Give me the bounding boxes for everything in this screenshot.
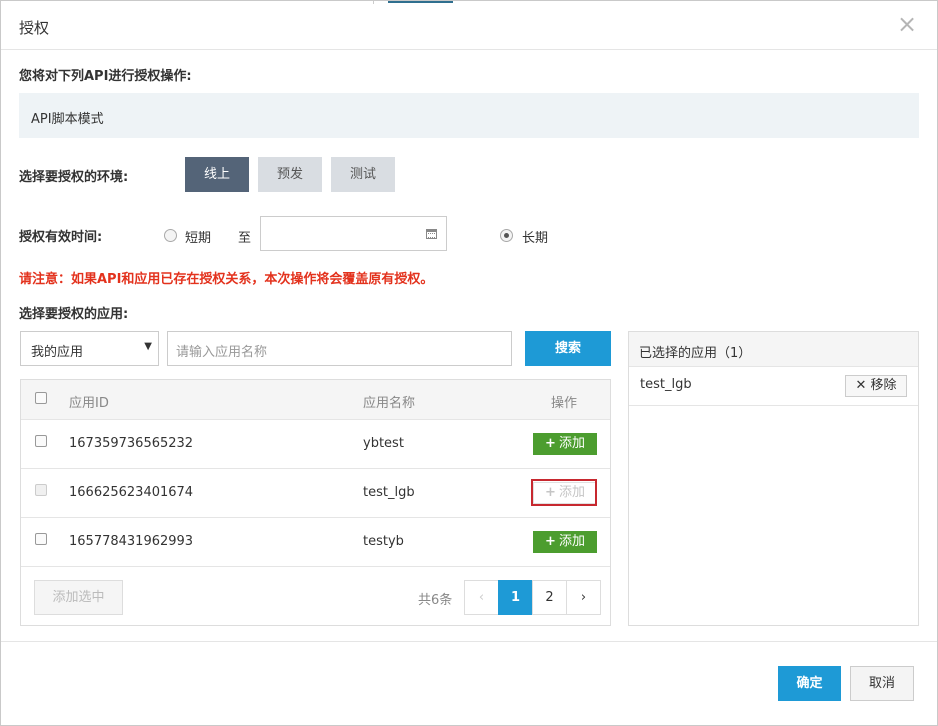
- add-label: 添加: [558, 436, 585, 451]
- row-checkbox[interactable]: [35, 435, 47, 447]
- api-name: API脚本模式: [31, 112, 104, 127]
- plus-icon: +: [545, 534, 556, 549]
- table-header: 应用ID 应用名称 操作: [21, 380, 610, 420]
- short-term-radio[interactable]: [164, 229, 177, 242]
- remove-app-button[interactable]: ✕ 移除: [845, 375, 907, 397]
- long-term-radio[interactable]: [500, 229, 513, 242]
- app-scope-value: 我的应用: [31, 345, 84, 360]
- remove-label: 移除: [870, 378, 897, 393]
- short-term-label: 短期: [185, 231, 212, 246]
- validity-label: 授权有效时间:: [19, 230, 103, 245]
- search-button[interactable]: 搜索: [525, 331, 611, 366]
- col-header-name: 应用名称: [363, 396, 416, 411]
- selected-apps-title: 已选择的应用（1）: [629, 332, 918, 367]
- env-test-button[interactable]: 测试: [331, 157, 395, 192]
- app-name: testyb: [363, 534, 404, 549]
- environment-label: 选择要授权的环境:: [19, 170, 129, 185]
- api-section-label: 您将对下列API进行授权操作:: [19, 69, 192, 84]
- apps-table: 应用ID 应用名称 操作 167359736565232 ybtest + 添加 …: [20, 379, 611, 626]
- prev-page-button: ‹: [464, 580, 499, 615]
- add-app-button[interactable]: + 添加: [533, 433, 597, 455]
- env-online-button[interactable]: 线上: [185, 157, 249, 192]
- selected-apps-panel: 已选择的应用（1） test_lgb ✕ 移除: [628, 331, 919, 626]
- dialog-header: 授权 ×: [1, 1, 937, 50]
- table-row: 167359736565232 ybtest + 添加: [21, 420, 610, 469]
- cancel-button[interactable]: 取消: [850, 666, 914, 701]
- app-id: 167359736565232: [69, 436, 194, 451]
- app-name: ybtest: [363, 436, 404, 451]
- app-search-placeholder: 请输入应用名称: [176, 345, 268, 360]
- app-name: test_lgb: [363, 485, 415, 500]
- col-header-id: 应用ID: [69, 396, 109, 411]
- end-date-input[interactable]: [260, 216, 447, 251]
- page-1-button[interactable]: 1: [498, 580, 533, 615]
- selected-app-name: test_lgb: [640, 377, 692, 392]
- dialog-title: 授权: [19, 19, 50, 37]
- close-icon: ✕: [855, 378, 871, 393]
- caret-down-icon: ▼: [144, 341, 152, 352]
- app-id: 166625623401674: [69, 485, 194, 500]
- highlight-box: [531, 479, 597, 506]
- calendar-icon[interactable]: [426, 229, 437, 239]
- add-app-button[interactable]: + 添加: [533, 531, 597, 553]
- warning-text: 请注意：如果API和应用已存在授权关系，本次操作将会覆盖原有授权。: [19, 272, 434, 287]
- authorize-dialog: 授权 × 您将对下列API进行授权操作: API脚本模式 选择要授权的环境: 线…: [0, 0, 938, 726]
- env-staging-button[interactable]: 预发: [258, 157, 322, 192]
- to-label: 至: [238, 231, 252, 246]
- app-id: 165778431962993: [69, 534, 194, 549]
- table-row: 165778431962993 testyb + 添加: [21, 518, 610, 567]
- long-term-label: 长期: [522, 231, 549, 246]
- confirm-button[interactable]: 确定: [778, 666, 841, 701]
- selected-app-item: test_lgb ✕ 移除: [629, 367, 918, 406]
- plus-icon: +: [545, 436, 556, 451]
- row-checkbox: [35, 484, 47, 496]
- add-selected-button: 添加选中: [34, 580, 123, 615]
- app-search-input[interactable]: 请输入应用名称: [167, 331, 512, 366]
- api-name-box: API脚本模式: [19, 93, 919, 138]
- add-label: 添加: [558, 534, 585, 549]
- page-2-button[interactable]: 2: [532, 580, 567, 615]
- footer-divider: [1, 641, 937, 642]
- row-checkbox[interactable]: [35, 533, 47, 545]
- total-count: 共6条: [418, 593, 453, 608]
- apps-label: 选择要授权的应用:: [19, 307, 129, 322]
- table-row: 166625623401674 test_lgb + 添加: [21, 469, 610, 518]
- close-icon[interactable]: ×: [897, 12, 917, 36]
- col-header-action: 操作: [551, 396, 578, 411]
- next-page-button[interactable]: ›: [566, 580, 601, 615]
- app-scope-select[interactable]: 我的应用 ▼: [20, 331, 159, 366]
- select-all-checkbox[interactable]: [35, 392, 47, 404]
